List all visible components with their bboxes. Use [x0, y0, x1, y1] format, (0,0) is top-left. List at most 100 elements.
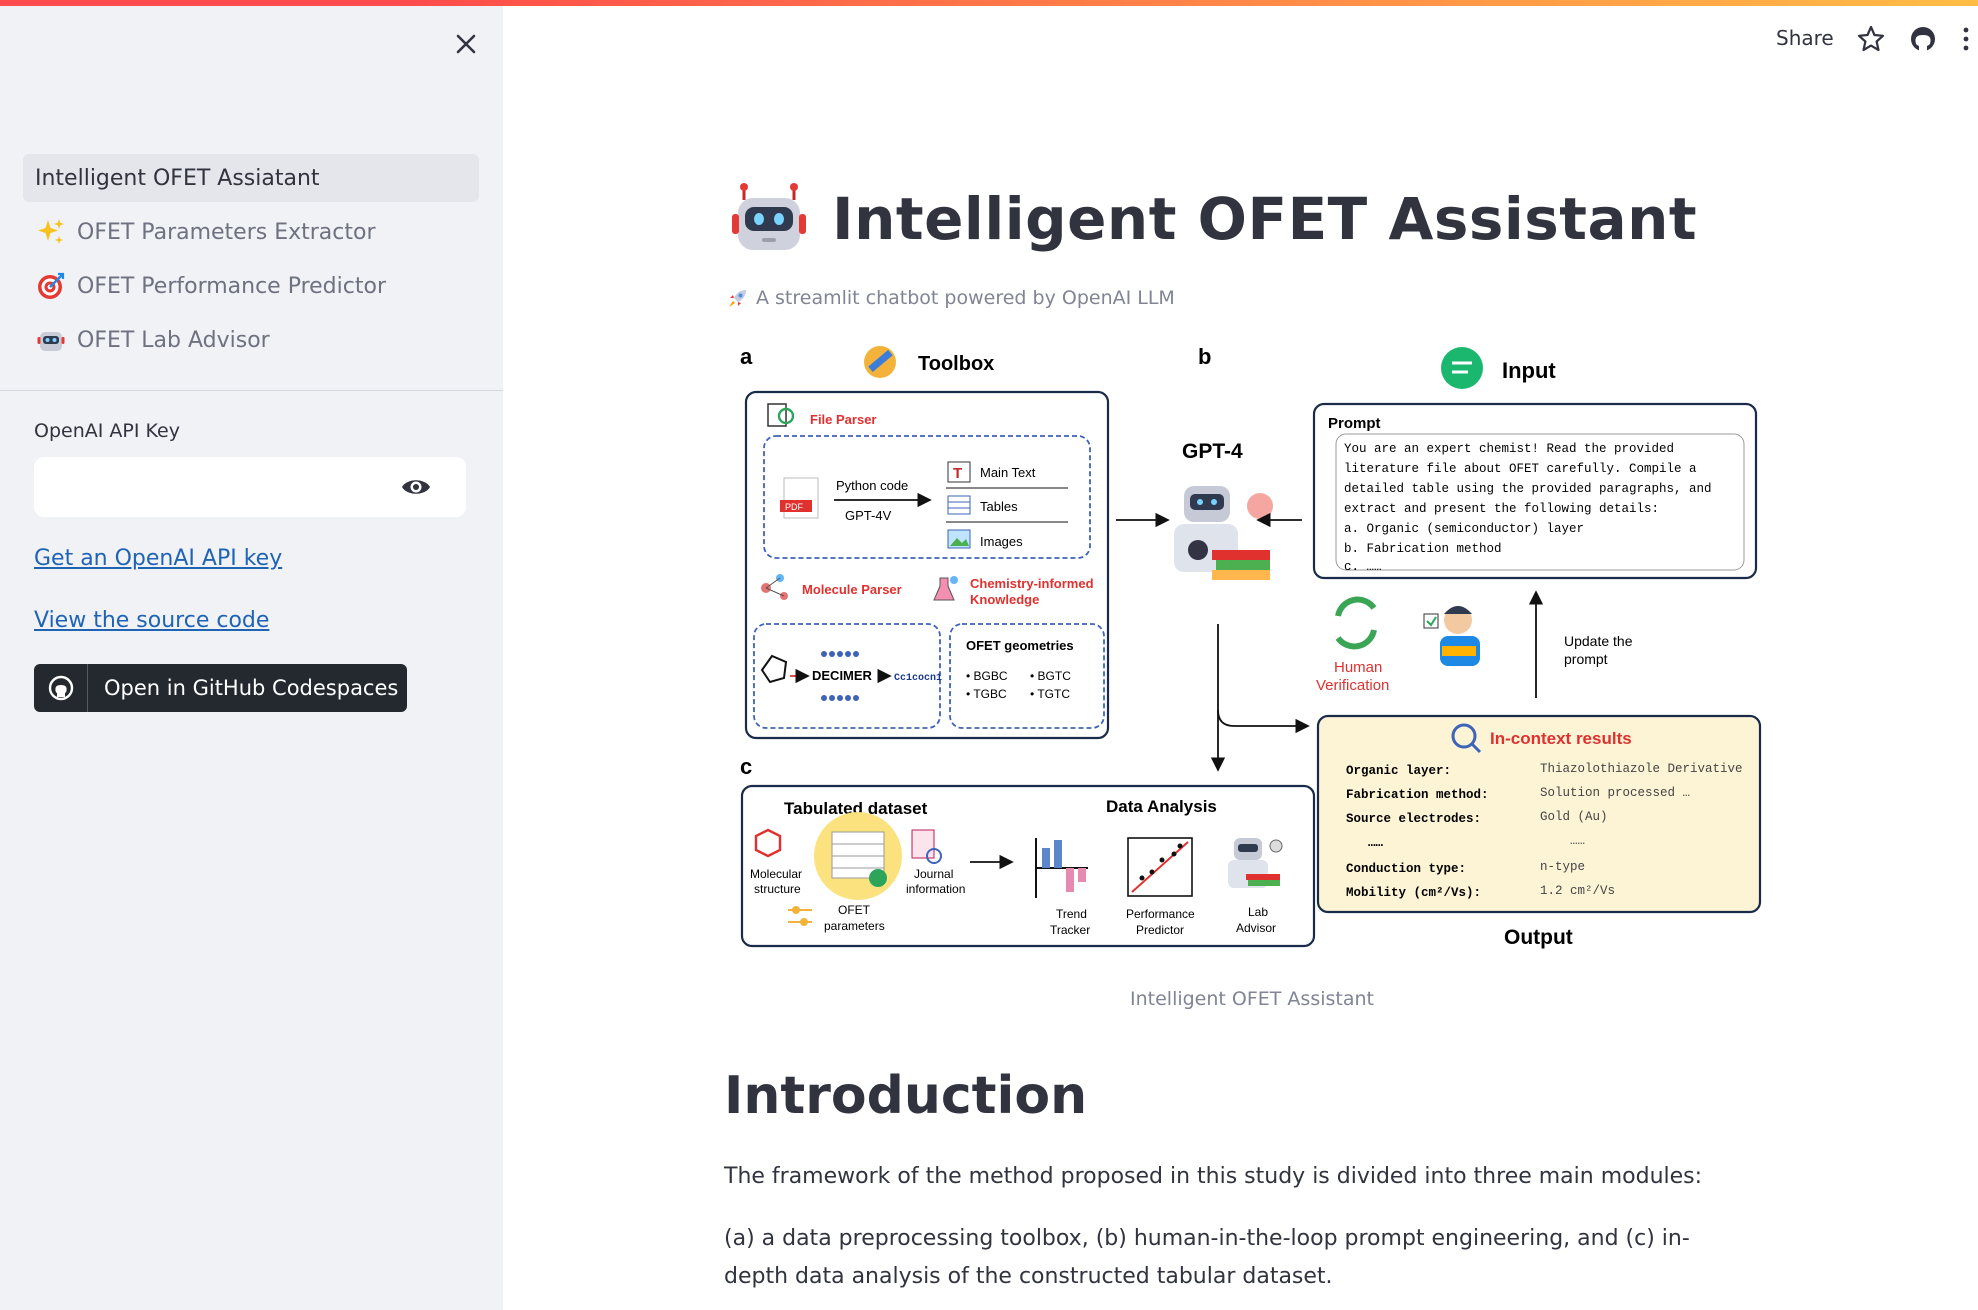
sidebar-item-label: OFET Performance Predictor [77, 273, 386, 299]
chem-knowledge-label-2: Knowledge [970, 592, 1039, 607]
prompt-line: You are an expert chemist! Read the prov… [1344, 442, 1674, 456]
github-icon [34, 664, 88, 712]
lab-advisor-icon [1228, 838, 1283, 888]
sidebar-nav: Intelligent OFET Assiatant OFET Paramete… [23, 154, 479, 370]
share-button[interactable]: Share [1776, 26, 1834, 50]
robot-icon [732, 183, 806, 250]
smiles-label: Cc1cocn1 [894, 673, 942, 684]
images-icon [947, 529, 971, 549]
framework-figure: a Toolbox File Parser PDF Python code GP… [740, 344, 1762, 949]
result-value: 1.2 cm²/Vs [1540, 884, 1615, 898]
mol-label-1: Molecular [750, 867, 802, 881]
intro-paragraph: The framework of the method proposed in … [724, 1164, 1703, 1189]
api-key-label: OpenAI API Key [34, 420, 180, 442]
decimer-label: DECIMER [812, 668, 873, 683]
human-verification-1: Human [1334, 659, 1382, 676]
result-key: Conduction type: [1346, 862, 1466, 876]
view-source-link[interactable]: View the source code [34, 608, 269, 633]
more-menu-icon[interactable] [1958, 24, 1974, 54]
gpt4-robot-icon [1174, 486, 1273, 580]
tables-icon [947, 495, 971, 515]
prompt-title: Prompt [1328, 415, 1381, 432]
top-decoration-bar [0, 0, 1978, 6]
subtitle-text: A streamlit chatbot powered by OpenAI LL… [756, 287, 1175, 309]
images-label: Images [980, 534, 1023, 549]
geo-bgtc: • BGTC [1030, 669, 1071, 683]
tables-label: Tables [980, 499, 1018, 514]
subtitle: A streamlit chatbot powered by OpenAI LL… [726, 286, 1175, 310]
eye-icon[interactable] [400, 472, 432, 502]
result-value: Thiazolothiazole Derivative [1540, 762, 1743, 776]
codespaces-button-label: Open in GitHub Codespaces [104, 676, 399, 700]
sidebar-divider [0, 390, 503, 391]
sidebar-item-lab-advisor[interactable]: OFET Lab Advisor [23, 316, 479, 364]
parameters-icon [788, 906, 812, 926]
prompt-line: extract and present the following detail… [1344, 502, 1659, 516]
chat-icon [1441, 347, 1483, 389]
sidebar-item-performance-predictor[interactable]: OFET Performance Predictor [23, 262, 479, 310]
pdf-icon-label: PDF [785, 502, 804, 512]
person-icon [1423, 606, 1480, 666]
geometries-title: OFET geometries [966, 638, 1074, 653]
perf-label-1: Performance [1126, 907, 1195, 921]
molecular-structure-icon [754, 828, 782, 858]
in-context-title: In-context results [1490, 729, 1632, 748]
introduction-heading: Introduction [724, 1066, 1088, 1126]
figure-caption: Intelligent OFET Assistant [1130, 988, 1374, 1010]
get-api-key-link[interactable]: Get an OpenAI API key [34, 546, 282, 571]
gpt4v-label: GPT-4V [845, 508, 892, 523]
result-key: Source electrodes: [1346, 812, 1481, 826]
result-value: Solution processed … [1540, 786, 1690, 800]
lab-label-1: Lab [1248, 905, 1268, 919]
result-value: Gold (Au) [1540, 810, 1608, 824]
trend-label-1: Trend [1056, 907, 1087, 921]
geo-tgtc: • TGTC [1030, 687, 1070, 701]
flask-icon [933, 576, 958, 601]
star-icon[interactable] [1856, 24, 1886, 54]
refresh-icon [1335, 596, 1377, 650]
svg-text:T: T [953, 465, 962, 482]
input-label: Input [1502, 358, 1556, 383]
journal-icon [911, 829, 942, 864]
lab-label-2: Advisor [1236, 921, 1276, 935]
open-codespaces-button[interactable]: Open in GitHub Codespaces [34, 664, 407, 712]
geo-tgbc: • TGBC [966, 687, 1007, 701]
trend-tracker-icon [1035, 838, 1088, 898]
mol-label-2: structure [754, 882, 801, 896]
main-text-icon: T [947, 461, 971, 483]
intro-paragraph: (a) a data preprocessing toolbox, (b) hu… [724, 1226, 1690, 1289]
github-icon[interactable] [1908, 24, 1938, 54]
result-value: n-type [1540, 860, 1585, 874]
panel-c-label: c [740, 754, 752, 779]
sparkles-icon [35, 216, 67, 248]
panel-a-label: a [740, 344, 753, 369]
close-icon[interactable] [450, 28, 482, 60]
result-value: …… [1570, 834, 1585, 848]
result-key: Organic layer: [1346, 764, 1451, 778]
molecule-structure-icon [760, 654, 788, 684]
main-text-label: Main Text [980, 465, 1036, 480]
target-icon [35, 270, 67, 302]
perf-label-2: Predictor [1136, 923, 1184, 937]
human-verification-2: Verification [1316, 677, 1389, 694]
toolbox-icon [864, 346, 896, 378]
prompt-line: detailed table using the provided paragr… [1344, 482, 1712, 496]
robot-icon [35, 324, 67, 356]
molecule-parser-icon [761, 574, 788, 600]
result-key: Fabrication method: [1346, 788, 1489, 802]
file-parser-label: File Parser [810, 412, 877, 427]
sidebar-item-parameters-extractor[interactable]: OFET Parameters Extractor [23, 208, 479, 256]
toolbox-title: Toolbox [918, 353, 994, 375]
prompt-line: c. …… [1344, 560, 1382, 574]
sidebar-item-label: OFET Parameters Extractor [77, 219, 376, 245]
prompt-line: literature file about OFET carefully. Co… [1344, 462, 1697, 476]
panel-b-label: b [1198, 344, 1211, 369]
result-key: …… [1368, 836, 1384, 850]
performance-predictor-icon [1127, 837, 1193, 897]
sidebar-item-assistant[interactable]: Intelligent OFET Assiatant [23, 154, 479, 202]
params-label-2: parameters [824, 919, 885, 933]
update-prompt-2: prompt [1564, 651, 1608, 667]
molecule-parser-label: Molecule Parser [802, 582, 902, 597]
data-analysis-title: Data Analysis [1106, 797, 1217, 816]
geo-bgbc: • BGBC [966, 669, 1008, 683]
